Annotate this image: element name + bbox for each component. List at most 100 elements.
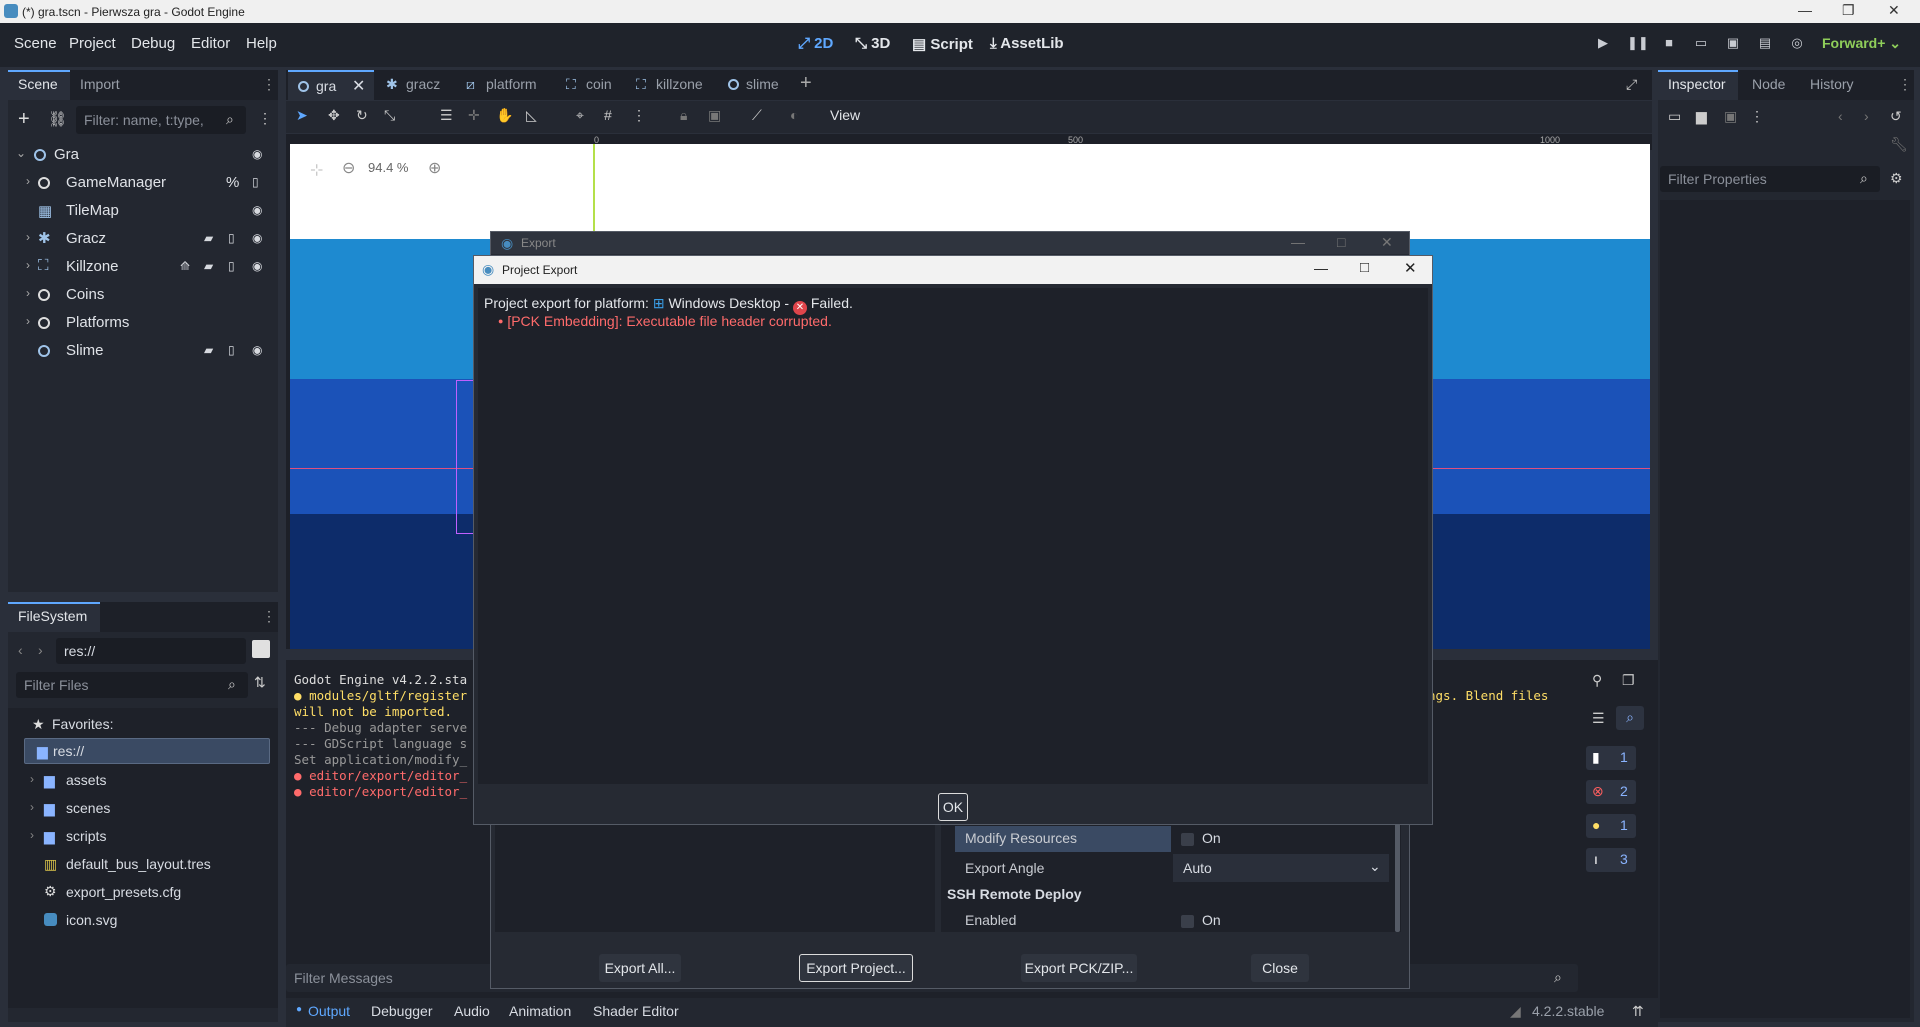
camera-override-icon[interactable]: ◐	[790, 107, 798, 123]
scene-options-icon[interactable]: ⋮	[258, 110, 272, 127]
tab-killzone[interactable]: ⛶ killzone	[636, 70, 716, 100]
tab-filesystem[interactable]: FileSystem	[18, 608, 87, 624]
filter-files-input[interactable]: Filter Files ⌕	[16, 672, 248, 698]
script-icon[interactable]: ▯	[228, 231, 235, 245]
play-icon[interactable]: ▶	[1594, 35, 1612, 53]
search-toggle-icon[interactable]: ⌕	[1616, 706, 1644, 730]
split-view-icon[interactable]	[252, 640, 270, 658]
add-tab-icon[interactable]: +	[800, 72, 812, 95]
collapse-icon[interactable]: ☰	[1592, 710, 1605, 727]
tab-slime[interactable]: slime	[728, 70, 798, 100]
ssh-enabled-toggle[interactable]: On	[1181, 912, 1221, 928]
tree-node-tilemap[interactable]: ▦ TileMap ◉	[8, 198, 278, 224]
tab-gracz[interactable]: ✱ gracz	[386, 70, 456, 100]
zoom-level[interactable]: 94.4 %	[368, 160, 408, 175]
visibility-icon[interactable]: ◉	[252, 147, 262, 161]
visibility-icon[interactable]: ◉	[252, 259, 262, 273]
grid-snap-icon[interactable]: #	[604, 107, 612, 123]
close-icon[interactable]: ✕	[1888, 2, 1900, 19]
workspace-2d[interactable]: ⤢ 2D	[798, 35, 833, 52]
minimize-icon[interactable]: —	[1314, 260, 1328, 276]
move-tool-icon[interactable]: ✥	[328, 107, 340, 124]
movie-maker-icon[interactable]: ◎	[1788, 35, 1806, 53]
forward-icon[interactable]: ›	[38, 642, 43, 658]
tab-output[interactable]: Output	[308, 1003, 350, 1019]
chevron-right-icon[interactable]: ›	[26, 258, 30, 272]
clapper-icon[interactable]: ▰	[204, 231, 213, 245]
path-field[interactable]: res://	[56, 638, 246, 664]
tree-node-killzone[interactable]: › ⛶ Killzone ⟰ ▰ ▯ ◉	[8, 254, 278, 280]
menu-scene[interactable]: Scene	[14, 35, 57, 52]
export-project-button[interactable]: Export Project...	[799, 954, 913, 982]
ruler-tool-icon[interactable]: ◺	[526, 107, 537, 124]
chevron-down-icon[interactable]: ⌄	[16, 146, 26, 160]
scale-tool-icon[interactable]: ⤡	[384, 107, 395, 124]
remote-debug-icon[interactable]: ▭	[1692, 35, 1710, 53]
group-icon[interactable]: ▣	[708, 107, 721, 124]
visibility-icon[interactable]: ◉	[252, 343, 262, 357]
chevron-right-icon[interactable]: ›	[26, 174, 30, 188]
close-icon[interactable]: ✕	[1381, 234, 1393, 251]
tab-shader-editor[interactable]: Shader Editor	[593, 1003, 679, 1019]
tab-debugger[interactable]: Debugger	[371, 1003, 433, 1019]
play-custom-scene-icon[interactable]: ▤	[1756, 35, 1774, 53]
chevron-right-icon[interactable]: ›	[26, 230, 30, 244]
tree-node-coins[interactable]: › Coins	[8, 282, 278, 308]
add-node-icon[interactable]: +	[18, 108, 30, 131]
tree-node-slime[interactable]: Slime ▰ ▯ ◉	[8, 338, 278, 364]
tree-node-gamemanager[interactable]: › GameManager % ▯	[8, 170, 278, 196]
menu-editor[interactable]: Editor	[191, 35, 230, 52]
export-angle-select[interactable]: Auto ⌄	[1173, 854, 1389, 882]
file-item[interactable]: › ▆ assets	[8, 768, 278, 794]
maximize-icon[interactable]: □	[1337, 234, 1345, 250]
close-button[interactable]: Close	[1251, 954, 1309, 982]
history-forward-icon[interactable]: ›	[1864, 108, 1869, 124]
file-item[interactable]: › ▆ scripts	[8, 824, 278, 850]
smart-snap-icon[interactable]: ⌖	[576, 107, 584, 124]
minimize-icon[interactable]: —	[1798, 2, 1812, 18]
new-resource-icon[interactable]: ▭	[1668, 108, 1681, 125]
menu-help[interactable]: Help	[246, 35, 277, 52]
play-scene-icon[interactable]: ▣	[1724, 35, 1742, 53]
filter-message-count[interactable]: ı3	[1586, 848, 1636, 872]
visibility-icon[interactable]: ◉	[252, 231, 262, 245]
view-menu[interactable]: View	[830, 107, 860, 123]
file-root[interactable]: ▆ res://	[24, 738, 270, 764]
save-icon[interactable]: ▣	[1724, 108, 1737, 125]
file-item[interactable]: ⚙ export_presets.cfg	[8, 880, 278, 906]
tab-coin[interactable]: ⛶ coin	[566, 70, 626, 100]
distraction-free-icon[interactable]: ⤢	[1626, 76, 1637, 93]
tab-platform[interactable]: ⧄ platform	[466, 70, 556, 100]
pivot-tool-icon[interactable]: ✛	[468, 107, 480, 124]
minimize-icon[interactable]: —	[1291, 234, 1305, 250]
menu-debug[interactable]: Debug	[131, 35, 175, 52]
tab-inspector[interactable]: Inspector	[1668, 76, 1726, 92]
chevron-right-icon[interactable]: ›	[26, 314, 30, 328]
tab-import[interactable]: Import	[80, 76, 120, 92]
tab-animation[interactable]: Animation	[509, 1003, 571, 1019]
more-options-icon[interactable]: ⋮	[1750, 108, 1764, 125]
scene-filter-input[interactable]: Filter: name, t:type, ⌕	[76, 106, 246, 134]
tab-gra[interactable]: gra ✕	[288, 70, 374, 100]
tab-scene[interactable]: Scene	[18, 76, 58, 92]
tab-audio[interactable]: Audio	[454, 1003, 490, 1019]
dock-menu-icon[interactable]: ⋮	[262, 76, 276, 93]
maximize-icon[interactable]: □	[1360, 259, 1369, 276]
file-item[interactable]: icon.svg	[8, 908, 278, 934]
close-icon[interactable]: ✕	[1404, 259, 1417, 277]
clapper-icon[interactable]: ▰	[204, 259, 213, 273]
workspace-script[interactable]: ▤ Script	[912, 35, 973, 53]
export-all-button[interactable]: Export All...	[599, 954, 681, 982]
object-history-icon[interactable]: ↺	[1890, 108, 1902, 125]
back-icon[interactable]: ‹	[18, 642, 23, 658]
dock-menu-icon[interactable]: ⋮	[1898, 76, 1912, 93]
filter-properties-input[interactable]: Filter Properties ⌕	[1660, 166, 1880, 192]
tree-node-gra[interactable]: ⌄ Gra ◉	[8, 142, 278, 168]
zoom-out-icon[interactable]: ⊖	[342, 158, 355, 178]
snap-options-icon[interactable]: ⋮	[632, 107, 646, 124]
list-select-icon[interactable]: ☰	[440, 107, 453, 124]
sort-icon[interactable]: ⇅	[254, 674, 266, 691]
file-item[interactable]: ▥ default_bus_layout.tres	[8, 852, 278, 878]
renderer-select[interactable]: Forward+ ⌄	[1822, 35, 1901, 52]
select-tool-icon[interactable]: ➤	[296, 107, 308, 124]
